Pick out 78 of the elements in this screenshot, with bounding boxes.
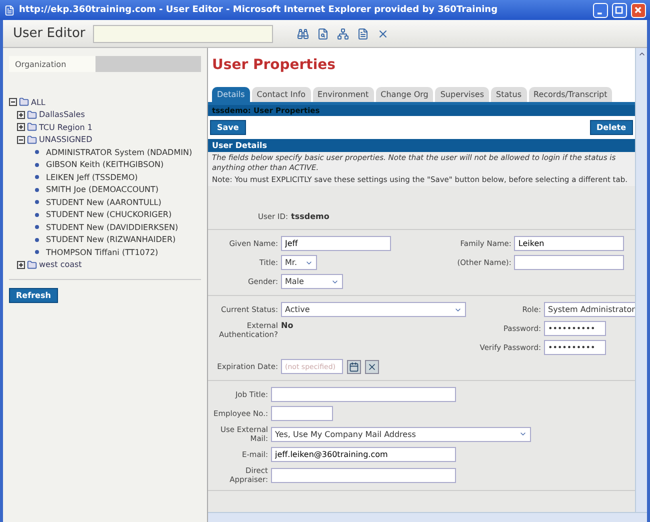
search-field[interactable] xyxy=(93,24,274,42)
window-title: http://ekp.360training.com - User Editor - Microsoft Internet Explorer provided by 360Training xyxy=(19,5,499,15)
page-icon xyxy=(4,4,15,16)
folder-icon xyxy=(27,122,37,132)
tab[interactable]: Status xyxy=(491,87,526,102)
tab[interactable]: Records/Transcript xyxy=(528,87,612,102)
field-value: No xyxy=(281,321,294,330)
password-field[interactable]: •••••••••• xyxy=(544,340,606,355)
collapse-icon[interactable] xyxy=(17,136,25,144)
section-header: User Details xyxy=(208,139,635,152)
tree-item[interactable]: ADMINISTRATOR System (NDADMIN) xyxy=(46,148,192,157)
maximize-icon[interactable] xyxy=(612,2,627,18)
bullet-icon xyxy=(35,188,39,192)
select-field[interactable]: Mr. xyxy=(281,255,317,270)
bullet-icon xyxy=(35,200,39,204)
calendar-icon[interactable] xyxy=(347,360,361,374)
clear-date-icon[interactable] xyxy=(365,360,379,374)
tree-item[interactable]: GIBSON Keith (KEITHGIBSON) xyxy=(46,160,164,170)
folder-icon xyxy=(27,110,37,120)
bullet-icon xyxy=(35,162,39,167)
folder-icon xyxy=(27,134,37,145)
document-icon[interactable] xyxy=(357,28,370,40)
organization-tab[interactable]: Organization xyxy=(9,56,201,72)
bullet-icon xyxy=(35,212,39,217)
tree-item[interactable]: THOMPSON Tiffani (TT1072) xyxy=(46,248,158,257)
select-field[interactable]: Active xyxy=(281,302,466,317)
bullet-icon xyxy=(35,250,39,254)
tree-item[interactable]: STUDENT New (AARONTULL) xyxy=(46,198,162,207)
select-field[interactable]: Yes, Use My Company Mail Address xyxy=(271,426,531,442)
input-field[interactable]: Leiken xyxy=(514,236,624,251)
collapse-icon[interactable] xyxy=(9,98,17,106)
input-field[interactable] xyxy=(271,468,456,482)
tree-item[interactable]: west coast xyxy=(39,260,82,270)
refresh-button[interactable]: Refresh xyxy=(9,288,58,303)
hierarchy-icon[interactable] xyxy=(337,28,350,40)
expand-icon[interactable] xyxy=(17,123,25,132)
folder-icon xyxy=(19,97,29,108)
horizontal-scrollbar[interactable] xyxy=(208,512,647,522)
tree-item[interactable]: STUDENT New (DAVIDDIERKSEN) xyxy=(46,222,178,232)
tree-item[interactable]: STUDENT New (RIZWANHAIDER) xyxy=(46,235,176,244)
close-icon[interactable] xyxy=(631,2,646,18)
tab[interactable]: Contact Info xyxy=(252,87,311,102)
expand-icon[interactable] xyxy=(17,260,25,269)
tab[interactable]: Environment xyxy=(312,87,374,102)
tab[interactable]: Supervises xyxy=(435,87,489,102)
page-heading: User Properties xyxy=(208,48,635,87)
input-field[interactable] xyxy=(271,387,456,402)
input-field[interactable] xyxy=(271,406,333,421)
tree-item[interactable]: SMITH Joe (DEMOACCOUNT) xyxy=(46,185,159,194)
tab[interactable]: Details xyxy=(212,87,250,102)
close-icon[interactable] xyxy=(377,28,390,40)
tab[interactable]: Change Org xyxy=(376,87,434,102)
input-field[interactable] xyxy=(514,255,624,270)
scroll-up-icon[interactable] xyxy=(638,50,646,58)
document-search-icon[interactable] xyxy=(317,28,330,40)
save-button[interactable]: Save xyxy=(210,120,246,135)
tree-item[interactable]: ALL xyxy=(31,98,46,107)
bullet-icon xyxy=(35,238,39,242)
select-field[interactable]: System Administrator xyxy=(544,302,635,317)
input-field[interactable]: jeff.leiken@360training.com xyxy=(271,447,456,462)
password-field[interactable]: •••••••••• xyxy=(544,321,606,336)
delete-button[interactable]: Delete xyxy=(590,120,633,135)
tree-item[interactable]: UNASSIGNED xyxy=(39,135,92,144)
minimize-icon[interactable] xyxy=(593,2,608,18)
select-field[interactable]: Male xyxy=(281,274,343,289)
app-title: User Editor xyxy=(13,26,86,41)
binoculars-icon[interactable] xyxy=(297,28,310,40)
bullet-icon xyxy=(35,175,39,180)
tree-item[interactable]: DallasSales xyxy=(39,110,85,120)
folder-icon xyxy=(27,260,37,270)
vertical-scrollbar[interactable] xyxy=(635,48,647,512)
user-id-value: tssdemo xyxy=(291,212,330,221)
expand-icon[interactable] xyxy=(17,110,25,119)
bullet-icon xyxy=(35,225,39,230)
tree-item[interactable]: LEIKEN Jeff (TSSDEMO) xyxy=(46,172,138,182)
tree-item[interactable]: STUDENT New (CHUCKORIGER) xyxy=(46,210,172,220)
bullet-icon xyxy=(35,150,39,154)
tree-item[interactable]: TCU Region 1 xyxy=(39,122,92,132)
